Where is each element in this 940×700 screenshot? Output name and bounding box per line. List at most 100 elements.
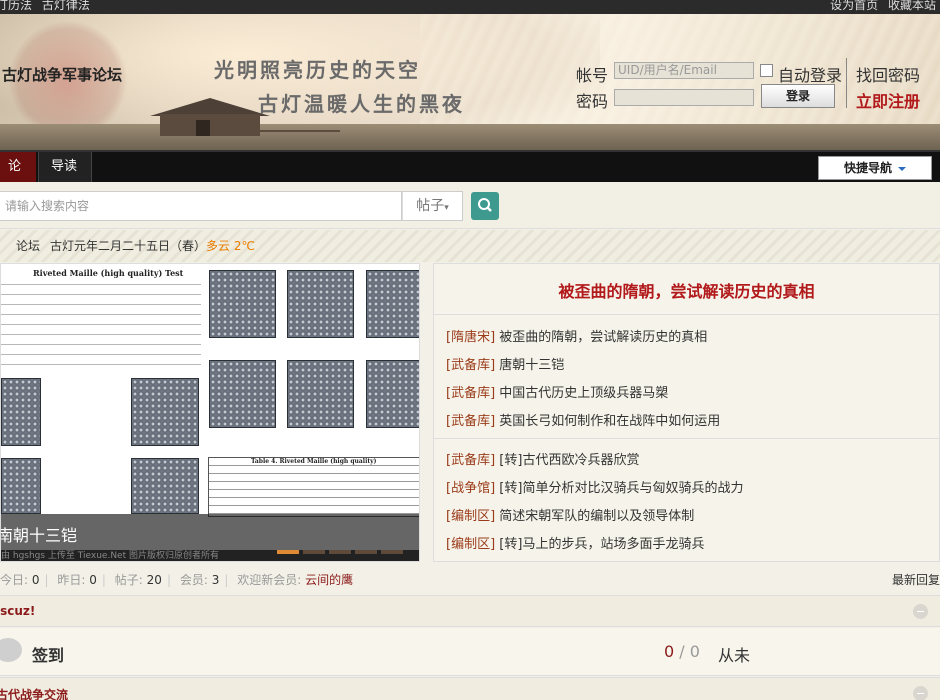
top-link-calendar[interactable]: 汀历法 [0,0,32,12]
featured-headline[interactable]: 被歪曲的隋朝，尝试解读历史的真相 [434,278,939,302]
featured-divider [434,314,939,315]
forgot-password-link[interactable]: 找回密码 [856,62,920,86]
search-button[interactable] [471,192,499,220]
featured-title[interactable]: 唐朝十三铠 [499,358,564,373]
top-link-law[interactable]: 古灯律法 [42,0,90,12]
slide-table-title: Table 4. Riveted Maille (high quality) [251,458,377,465]
today-label: 今日: [0,573,29,587]
banner-house-door [196,120,210,136]
slide-dot[interactable] [355,550,377,554]
featured-category[interactable]: [武备库] [446,453,495,468]
set-homepage-link[interactable]: 设为首页 [830,0,878,12]
signin-last: 从未 [718,646,751,665]
maille-photo [131,458,199,514]
slide-dot[interactable] [381,550,403,554]
main-nav: 论坛 导读 快捷导航 [0,150,940,204]
category-header[interactable]: iscuz! [0,595,940,627]
top-bar: 汀历法 古灯律法 设为首页 收藏本站 [0,0,940,14]
maille-photo [366,270,419,338]
featured-category[interactable]: [武备库] [446,386,495,401]
category-header[interactable]: 古代战争交流 [0,677,940,700]
featured-title[interactable]: 被歪曲的隋朝，尝试解读历史的真相 [499,330,707,345]
banner-ground [0,124,940,150]
featured-panel: 被歪曲的隋朝，尝试解读历史的真相 [隋唐宋] 被歪曲的隋朝，尝试解读历史的真相 … [433,263,940,562]
featured-title[interactable]: 中国古代历史上顶级兵器马槊 [499,386,668,401]
breadcrumb-forum[interactable]: 论坛 [16,230,40,262]
featured-divider [434,438,939,439]
login-button[interactable]: 登录 [761,84,835,108]
featured-item[interactable]: [战争馆] [转]简单分析对比汉骑兵与匈奴骑兵的战力 [446,477,743,496]
auto-login-checkbox[interactable] [760,64,773,77]
featured-category[interactable]: [编制区] [446,537,495,552]
slide-paper-text [1,280,201,370]
search-bar: 请输入搜索内容 帖子▾ [0,182,940,229]
account-input[interactable]: UID/用户名/Email [614,62,754,79]
nav-forum[interactable]: 论坛 [0,152,36,204]
search-type-label: 帖子 [416,198,445,214]
banner-fence [260,130,340,136]
featured-item[interactable]: [编制区] [转]马上的步兵，站场多面手龙骑兵 [446,533,704,552]
nav-guide[interactable]: 导读 [38,152,92,182]
featured-title[interactable]: 简述宋朝军队的编制以及领导体制 [499,509,694,524]
slide-dot[interactable] [303,550,325,554]
signin-count: 0 / 0 [664,642,700,661]
category-title[interactable]: 古代战争交流 [0,686,68,700]
newest-member-link[interactable]: 云间的鹰 [305,573,353,587]
posts-count: 20 [146,573,162,587]
slide-caption[interactable]: 南朝十三铠 [1,522,77,546]
login-divider [846,58,847,108]
featured-title[interactable]: [转]简单分析对比汉骑兵与匈奴骑兵的战力 [499,481,743,496]
slide-dot[interactable] [329,550,351,554]
signin-done: 0 [664,642,675,661]
quick-nav-button[interactable]: 快捷导航 [818,156,932,180]
register-link[interactable]: 立即注册 [856,88,920,112]
top-bar-left: 汀历法 古灯律法 [0,0,96,12]
featured-item[interactable]: [编制区] 简述宋朝军队的编制以及领导体制 [446,505,694,524]
featured-category[interactable]: [战争馆] [446,481,495,496]
slide-dot[interactable] [277,550,299,554]
date-text: 古灯元年二月二十五日（春） [50,239,207,253]
featured-category[interactable]: [武备库] [446,358,495,373]
featured-item[interactable]: [武备库] 英国长弓如何制作和在战阵中如何运用 [446,410,720,429]
weather-text: 多云 2℃ [206,239,255,253]
header-banner: 古灯战争军事论坛 光明照亮历史的天空 古灯温暖人生的黑夜 帐号 UID/用户名/… [0,14,940,150]
collapse-icon[interactable] [913,604,928,619]
maille-photo [209,360,276,428]
featured-title[interactable]: 英国长弓如何制作和在战阵中如何运用 [499,414,720,429]
maille-photo [1,378,41,446]
bookmark-link[interactable]: 收藏本站 [888,0,936,12]
breadcrumb-date: 古灯元年二月二十五日（春）多云 2℃ [50,230,255,262]
breadcrumb-home-icon[interactable]: 〉 [0,230,6,262]
password-input[interactable] [614,89,754,106]
yesterday-label: 昨日: [57,573,86,587]
search-type-select[interactable]: 帖子▾ [402,191,463,221]
chat-bubble-icon [0,638,22,662]
forum-stats: 今日: 0 | 昨日: 0 | 帖子: 20 | 会员: 3 | 欢迎新会员: 云间的鹰… [0,566,940,594]
maille-photo [366,360,419,428]
members-count: 3 [211,573,220,587]
posts-label: 帖子: [114,573,143,587]
site-logo[interactable]: 古灯战争军事论坛 [2,64,122,85]
search-icon [478,198,492,212]
featured-item[interactable]: [武备库] 唐朝十三铠 [446,354,564,373]
chevron-down-icon: ▾ [444,203,449,213]
image-slideshow[interactable]: Riveted Maille (high quality) Test Table… [0,263,420,562]
featured-item[interactable]: [隋唐宋] 被歪曲的隋朝，尝试解读历史的真相 [446,326,707,345]
slogan-line2: 古灯温暖人生的黑夜 [258,92,465,116]
members-label: 会员: [179,573,208,587]
signin-title[interactable]: 签到 [32,642,64,666]
maille-photo [209,270,276,338]
featured-category[interactable]: [隋唐宋] [446,330,495,345]
featured-item[interactable]: [武备库] [转]古代西欧冷兵器欣赏 [446,449,639,468]
welcome-label: 欢迎新会员: [237,573,302,587]
category-title[interactable]: iscuz! [0,604,35,618]
featured-item[interactable]: [武备库] 中国古代历史上顶级兵器马槊 [446,382,668,401]
maille-photo [131,378,199,446]
latest-reply-link[interactable]: 最新回复 [892,566,940,594]
search-input[interactable]: 请输入搜索内容 [0,191,402,221]
featured-category[interactable]: [编制区] [446,509,495,524]
featured-title[interactable]: [转]古代西欧冷兵器欣赏 [499,453,639,468]
featured-category[interactable]: [武备库] [446,414,495,429]
collapse-icon[interactable] [913,686,928,700]
featured-title[interactable]: [转]马上的步兵，站场多面手龙骑兵 [499,537,704,552]
